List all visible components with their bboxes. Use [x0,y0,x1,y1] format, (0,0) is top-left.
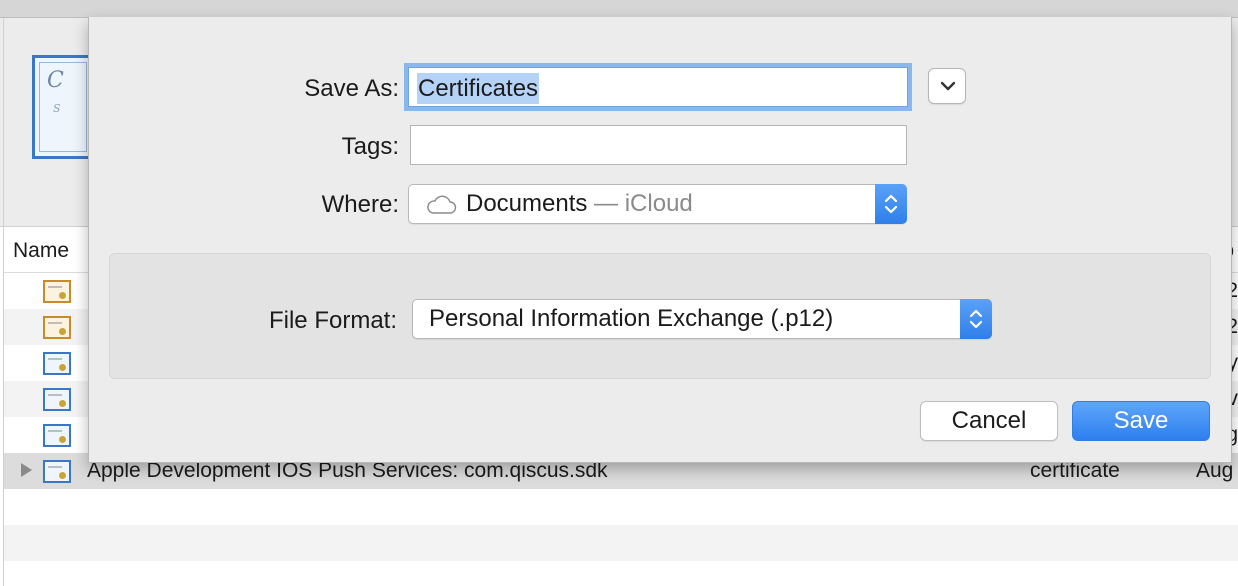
file-format-popup-stepper[interactable] [960,299,992,339]
save-as-value: Certificates [417,73,540,104]
where-label: Where: [321,191,399,218]
file-format-label: File Format: [268,307,397,334]
save-button[interactable]: Save [1072,401,1210,441]
tags-label: Tags: [341,133,399,160]
certificate-blue-icon [43,460,71,483]
certificate-preview-icon: C S [32,55,94,159]
up-down-arrows-icon [884,194,898,214]
save-dialog-sheet: Save As: Certificates Tags: Where: Docum… [88,17,1232,463]
disclosure-triangle-icon[interactable] [21,463,32,477]
certificate-script-glyph: C [47,68,64,93]
save-as-label: Save As: [304,75,399,102]
save-as-field[interactable]: Certificates [408,67,908,107]
table-row-empty [4,489,1238,525]
file-format-popup[interactable]: Personal Information Exchange (.p12) [412,299,992,339]
certificate-script-glyph-small: S [53,102,61,115]
certificate-blue-icon [43,424,71,447]
certificate-gold-icon [43,280,71,303]
file-format-value: Personal Information Exchange (.p12) [429,305,834,332]
certificate-blue-icon [43,352,71,375]
expand-dialog-button[interactable] [928,68,966,104]
table-row-empty [4,525,1238,561]
where-popup[interactable]: Documents — iCloud [408,184,907,224]
cancel-button[interactable]: Cancel [920,401,1058,441]
column-header-name[interactable]: Name [13,239,69,263]
certificate-gold-icon [43,316,71,339]
up-down-arrows-icon [969,309,983,329]
certificate-blue-icon [43,388,71,411]
cloud-icon [427,195,457,214]
where-folder: Documents [466,190,588,217]
tags-field[interactable] [410,125,907,165]
where-location: — iCloud [587,190,693,217]
where-value: Documents — iCloud [466,190,693,218]
where-popup-stepper[interactable] [875,184,907,224]
file-format-panel: File Format: Personal Information Exchan… [109,253,1211,379]
window-titlebar [0,0,1238,18]
chevron-down-icon [940,81,956,91]
